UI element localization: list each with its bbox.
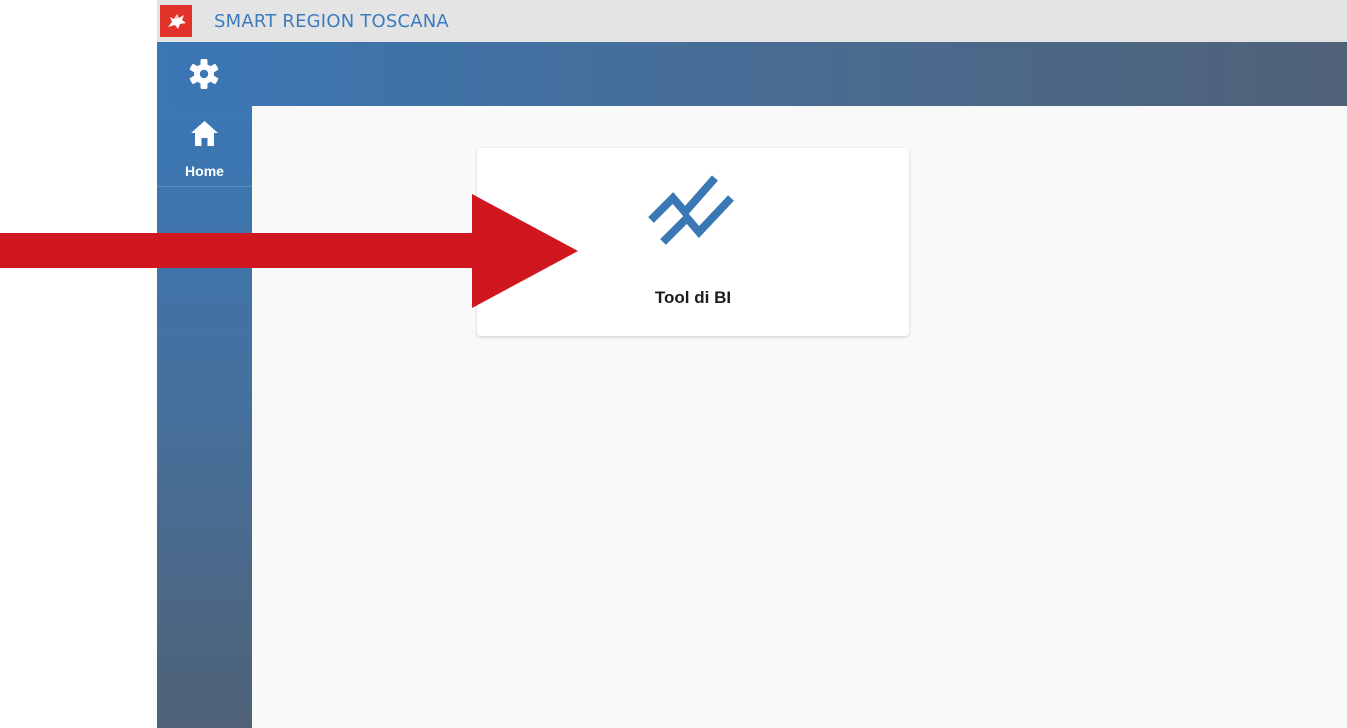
home-icon — [191, 121, 218, 146]
card-label: Tool di BI — [654, 288, 732, 307]
brand-bar: SMART REGION TOSCANA — [157, 0, 1347, 42]
gear-icon — [189, 59, 219, 89]
sidebar-item-label: Home — [185, 163, 224, 179]
sidebar: Home — [157, 106, 252, 728]
top-toolbar — [157, 42, 1347, 106]
sidebar-item-home[interactable]: Home — [157, 106, 252, 187]
app-window: SMART REGION TOSCANA Home Tool di BI — [157, 0, 1347, 728]
brand-title: SMART REGION TOSCANA — [214, 10, 449, 32]
settings-button[interactable] — [188, 58, 220, 90]
region-logo — [160, 5, 192, 37]
trend-chart-icon — [648, 175, 734, 245]
pegasus-icon — [160, 5, 192, 37]
app-card-bi-tool[interactable]: Tool di BI — [477, 148, 909, 336]
